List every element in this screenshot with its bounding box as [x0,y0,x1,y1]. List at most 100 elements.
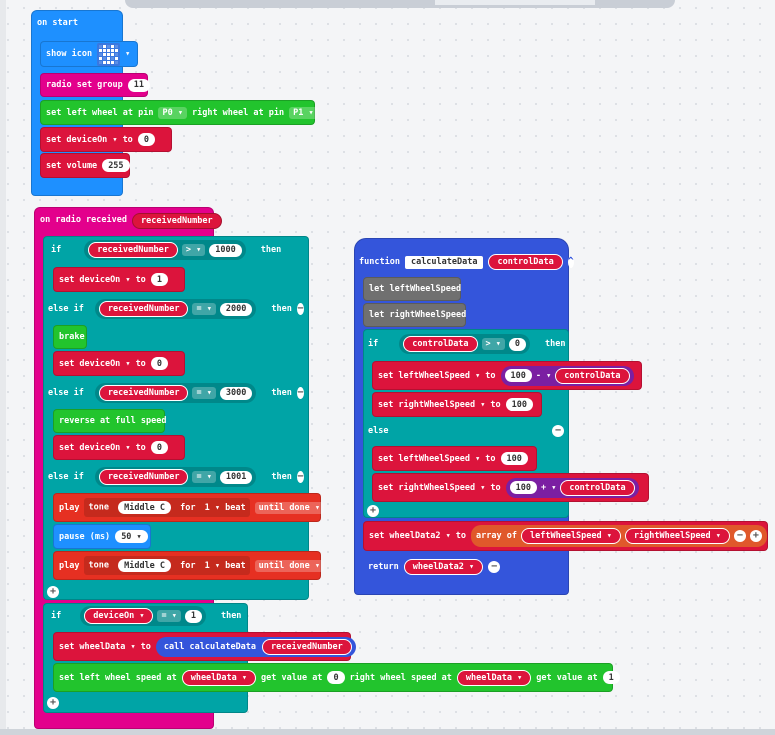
let-right-block[interactable]: let rightWheelSpeed [363,303,466,327]
else-if-row-3000[interactable]: else if receivedNumber = ▾ 3000 then − [43,380,309,406]
set-wheel-pins-block[interactable]: set left wheel at pin P0 ▾ right wheel a… [40,100,318,125]
set-deviceon-block[interactable]: set deviceOn ▾ to 0 [40,127,172,152]
play-tone-1-block[interactable]: play tone Middle C for 1 ▾ beat until do… [53,493,325,522]
left-speed-dropdown[interactable]: leftWheelSpeed ▾ [398,454,480,464]
group-value-input[interactable]: 11 [127,78,151,92]
deviceon-value-input[interactable]: 0 [137,133,155,146]
function-header[interactable]: function calculateData controlData ^ [354,249,574,275]
value-input[interactable]: 1 [150,273,168,286]
set-left-speed-block-2[interactable]: set leftWheelSpeed ▾ to 100 [372,446,537,471]
plus-dropdown[interactable]: + ▾ [541,483,556,493]
reverse-block[interactable]: reverse at full speed [53,409,166,433]
add-else-if-icon[interactable]: + [367,505,379,517]
control-data-var[interactable]: controlData [555,367,630,384]
if-row[interactable]: if receivedNumber > ▾ 1000 then [43,236,309,264]
compare-slot-4[interactable]: receivedNumber = ▾ 1001 [94,467,257,487]
index-input-right[interactable]: 1 [602,671,620,684]
set-volume-block[interactable]: set volume 255 [40,153,130,178]
index-input-left[interactable]: 0 [327,671,345,684]
op-dropdown[interactable]: > ▾ [481,338,505,350]
received-number-arg[interactable]: receivedNumber [262,638,352,655]
pause-ms-input[interactable]: 50 ▾ [115,530,148,543]
wheeldata-var-right[interactable]: wheelData ▾ [456,669,532,686]
set-deviceon-2-block[interactable]: set deviceOn ▾ to 0 [53,351,185,376]
left-speed-dropdown[interactable]: leftWheelSpeed ▾ [398,371,480,381]
remove-item-icon[interactable]: − [733,530,746,542]
deviceon-dropdown[interactable]: deviceOn ▾ [79,443,130,453]
remove-branch-icon[interactable]: − [296,303,304,315]
deviceon-dropdown[interactable]: deviceOn ▾ [66,135,117,145]
until-done-dropdown[interactable]: until done ▾ [254,559,325,572]
wheeldata-var-left[interactable]: wheelData ▾ [181,669,257,686]
value-input[interactable]: 1 [184,609,202,623]
control-data-param[interactable]: controlData [488,254,563,270]
right-speed-dropdown[interactable]: rightWheelSpeed ▾ [398,400,485,410]
chevron-down-icon[interactable]: ▾ [125,49,130,59]
control-data-var[interactable]: controlData [403,336,478,352]
tone-slot[interactable]: tone Middle C for 1 ▾ beat [84,556,250,575]
note-input[interactable]: Middle C [118,501,172,514]
wheeldata2-dropdown[interactable]: wheelData2 ▾ [389,531,450,541]
value-3000-input[interactable]: 3000 [219,386,253,400]
add-block[interactable]: 100 + ▾ controlData [505,477,639,498]
remove-branch-icon[interactable]: − [296,471,304,483]
right-pin-dropdown[interactable]: P1 ▾ [289,106,318,119]
beat-dropdown[interactable]: 1 ▾ beat [205,503,246,513]
wheeldata-dropdown[interactable]: wheelData ▾ [79,642,135,652]
pause-block[interactable]: pause (ms) 50 ▾ [53,524,151,549]
control-data-var[interactable]: controlData [560,479,635,496]
led-icon-picker[interactable] [97,42,121,66]
set-deviceon-3-block[interactable]: set deviceOn ▾ to 0 [53,435,185,460]
wheeldata2-var[interactable]: wheelData2 ▾ [403,559,484,575]
right-speed-var[interactable]: rightWheelSpeed ▾ [624,528,730,544]
received-number-var[interactable]: receivedNumber [88,242,178,258]
hundred-input[interactable]: 100 [504,369,532,382]
note-input[interactable]: Middle C [118,559,172,572]
compare-slot-fn[interactable]: controlData > ▾ 0 [399,334,531,354]
deviceon-dropdown[interactable]: deviceOn ▾ [79,275,130,285]
deviceon-var[interactable]: deviceOn ▾ [84,608,154,624]
remove-else-icon[interactable]: − [552,425,564,437]
value-1000-input[interactable]: 1000 [209,243,242,257]
op-dropdown[interactable]: = ▾ [192,471,216,483]
hundred-input[interactable]: 100 [509,481,537,494]
else-if-row-2000[interactable]: else if receivedNumber = ▾ 2000 then − [43,296,309,322]
set-deviceon-1-block[interactable]: set deviceOn ▾ to 1 [53,267,185,292]
op-dropdown[interactable]: > ▾ [181,244,206,256]
set-left-speed-block-1[interactable]: set leftWheelSpeed ▾ to 100 - ▾ controlD… [372,361,642,390]
compare-slot-2[interactable]: receivedNumber = ▾ 2000 [94,299,257,319]
collapse-icon[interactable]: ^ [567,256,574,268]
value-1001-input[interactable]: 1001 [219,470,253,484]
value-2000-input[interactable]: 2000 [219,302,253,316]
show-icon-block[interactable]: show icon ▾ [40,41,138,67]
received-number-param[interactable]: receivedNumber [132,213,222,229]
radio-set-group-block[interactable]: radio set group 11 [40,73,151,97]
set-wheeldata2-block[interactable]: set wheelData2 ▾ to array of leftWheelSp… [363,521,768,551]
minus-dropdown[interactable]: - ▾ [536,371,551,381]
received-number-var[interactable]: receivedNumber [98,469,189,485]
right-speed-dropdown[interactable]: rightWheelSpeed ▾ [398,483,485,493]
hundred-input[interactable]: 100 [505,398,533,411]
compare-slot-5[interactable]: deviceOn ▾ = ▾ 1 [80,606,206,626]
op-dropdown[interactable]: = ▾ [192,387,216,399]
left-pin-dropdown[interactable]: P0 ▾ [158,106,187,119]
until-done-dropdown[interactable]: until done ▾ [254,501,325,514]
op-dropdown[interactable]: = ▾ [157,610,181,622]
volume-input[interactable]: 255 [102,159,130,172]
fn-if-row[interactable]: if controlData > ▾ 0 then [363,331,569,357]
beat-dropdown[interactable]: 1 ▾ beat [205,561,246,571]
set-wheel-speeds-block[interactable]: set left wheel speed at wheelData ▾ get … [53,663,620,692]
subtract-block[interactable]: 100 - ▾ controlData [500,365,634,386]
top-bar-tab[interactable] [435,0,595,5]
deviceon-dropdown[interactable]: deviceOn ▾ [79,359,130,369]
add-item-icon[interactable]: + [749,530,762,542]
brake-block[interactable]: brake [53,325,87,349]
let-left-block[interactable]: let leftWheelSpeed [363,277,461,301]
call-calculate-data-block[interactable]: call calculateData receivedNumber [155,636,356,657]
set-right-speed-block-1[interactable]: set rightWheelSpeed ▾ to 100 [372,392,542,417]
received-number-var[interactable]: receivedNumber [98,301,189,317]
set-right-speed-block-2[interactable]: set rightWheelSpeed ▾ to 100 + ▾ control… [372,473,649,502]
fn-else-row[interactable]: else − [363,420,569,442]
play-tone-2-block[interactable]: play tone Middle C for 1 ▾ beat until do… [53,551,325,580]
left-speed-var[interactable]: leftWheelSpeed ▾ [521,528,621,544]
